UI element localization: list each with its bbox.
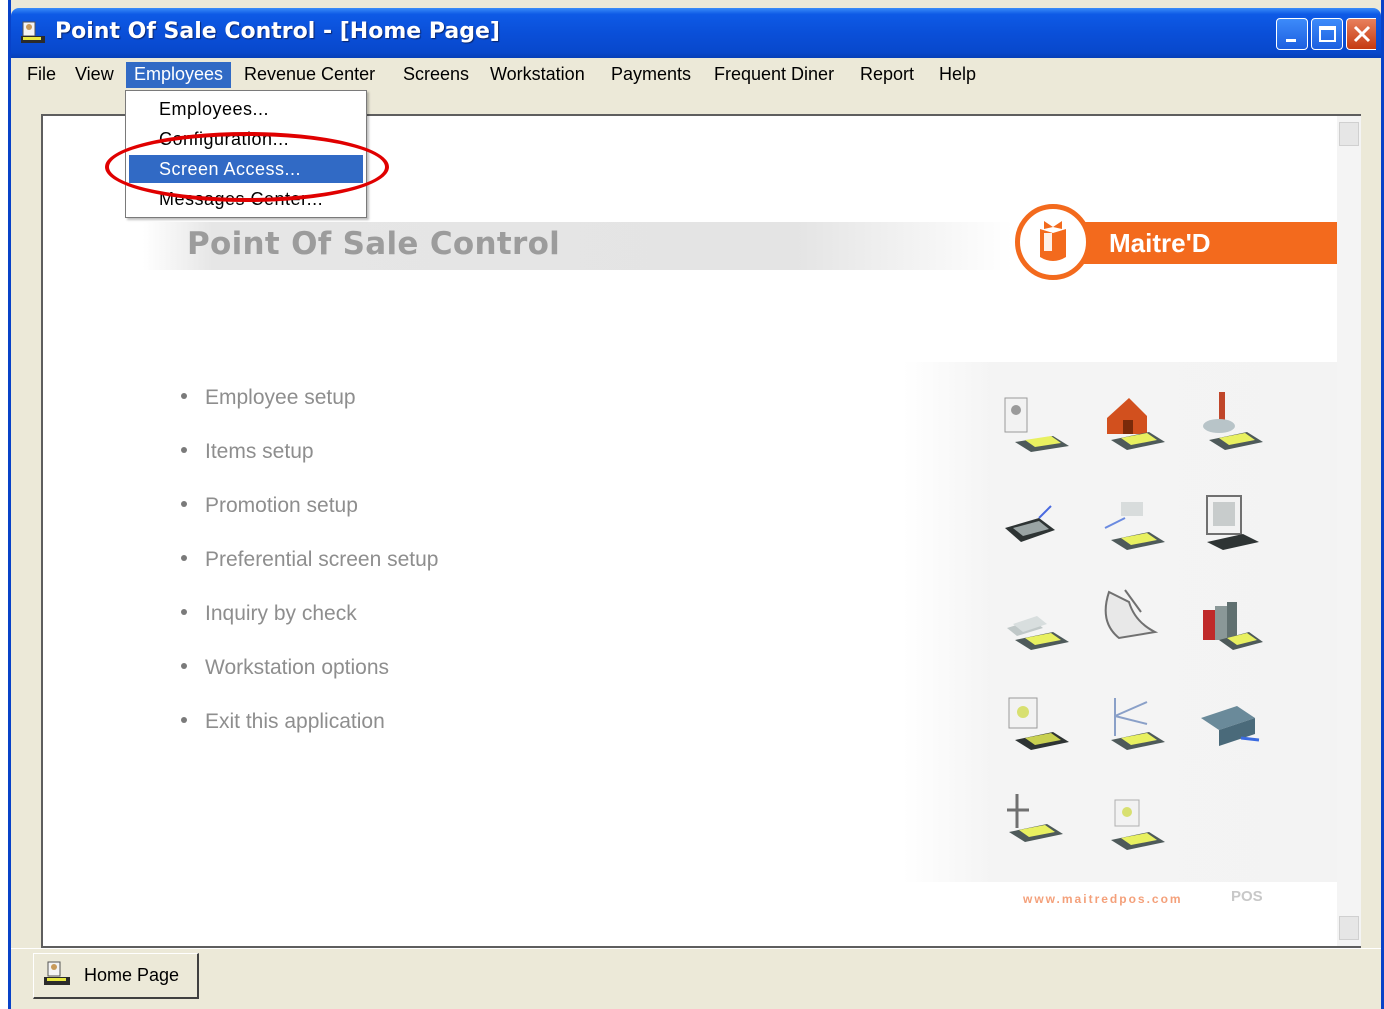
menu-item-employees[interactable]: Employees...	[129, 95, 363, 123]
red-annotation-ellipse	[105, 132, 389, 202]
network-icon[interactable]	[1095, 688, 1169, 758]
link-employee-setup[interactable]: Employee setup	[181, 386, 356, 416]
link-label: Items setup	[205, 440, 314, 463]
link-preferential-screen-setup[interactable]: Preferential screen setup	[181, 548, 438, 578]
document-tabs: Home Page	[11, 948, 1381, 1000]
minimize-button[interactable]	[1276, 18, 1308, 50]
minimize-icon	[1286, 39, 1296, 42]
settings-curve-icon[interactable]	[1095, 582, 1169, 652]
bullet-icon	[181, 393, 187, 400]
footer-url: www.maitredpos.com	[1023, 892, 1183, 906]
page-title: Point Of Sale Control	[187, 226, 561, 262]
bullet-icon	[181, 501, 187, 508]
link-label: Employee setup	[205, 386, 356, 409]
menu-employees[interactable]: Employees	[126, 62, 232, 88]
pos-terminal-icon[interactable]	[1095, 488, 1169, 558]
vertical-scrollbar[interactable]	[1337, 116, 1361, 946]
link-label: Inquiry by check	[205, 602, 357, 625]
link-label: Preferential screen setup	[205, 548, 439, 571]
brand-logo-text: Maitre'D	[1109, 228, 1211, 258]
menu-bar: File View Employees Revenue Center Scree…	[11, 58, 1381, 90]
house-icon[interactable]	[1095, 388, 1169, 458]
promotion-icon[interactable]	[1193, 388, 1267, 458]
home-page-document: Point Of Sale Control Maitre'D Employee …	[41, 114, 1361, 948]
inquiry-monitor-icon[interactable]	[1193, 488, 1267, 558]
brand-logo-badge	[1015, 204, 1091, 280]
cards-icon[interactable]	[999, 588, 1073, 658]
menu-file[interactable]: File	[19, 62, 64, 88]
bullet-icon	[181, 555, 187, 562]
tab-label: Home Page	[84, 965, 180, 985]
window-title: Point Of Sale Control - [Home Page]	[55, 19, 500, 44]
link-workstation-options[interactable]: Workstation options	[181, 656, 389, 686]
maximize-icon	[1319, 26, 1336, 42]
employee-badge-icon[interactable]	[999, 392, 1073, 462]
link-promotion-setup[interactable]: Promotion setup	[181, 494, 358, 524]
books-icon[interactable]	[1193, 588, 1267, 658]
bullet-icon	[181, 717, 187, 724]
close-icon	[1353, 25, 1371, 43]
tab-home-page[interactable]: Home Page	[33, 953, 199, 999]
workstation-options-icon[interactable]	[999, 688, 1073, 758]
menu-workstation[interactable]: Workstation	[482, 62, 593, 88]
menu-screens[interactable]: Screens	[395, 62, 477, 88]
close-button[interactable]	[1346, 18, 1376, 50]
menu-frequent-diner[interactable]: Frequent Diner	[706, 62, 842, 88]
help-icon[interactable]	[1095, 788, 1169, 858]
menu-payments[interactable]: Payments	[603, 62, 699, 88]
scroll-up-thumb[interactable]	[1339, 122, 1359, 146]
main-window: Point Of Sale Control - [Home Page] File…	[8, 0, 1384, 1009]
menu-report[interactable]: Report	[852, 62, 922, 88]
menu-revenue-center[interactable]: Revenue Center	[236, 62, 383, 88]
link-inquiry-by-check[interactable]: Inquiry by check	[181, 602, 357, 632]
maitred-bowtie-icon	[1040, 221, 1066, 261]
link-label: Workstation options	[205, 656, 390, 679]
title-bar[interactable]: Point Of Sale Control - [Home Page]	[11, 8, 1381, 60]
bullet-icon	[181, 609, 187, 616]
bullet-icon	[181, 663, 187, 670]
scroll-down-thumb[interactable]	[1339, 916, 1359, 940]
laptop-icon[interactable]	[999, 488, 1073, 558]
menu-help[interactable]: Help	[931, 62, 984, 88]
link-items-setup[interactable]: Items setup	[181, 440, 314, 470]
link-exit-application[interactable]: Exit this application	[181, 710, 385, 740]
server-icon[interactable]	[1193, 688, 1267, 758]
link-label: Promotion setup	[205, 494, 358, 517]
footer-brand: POS	[1231, 888, 1263, 905]
app-icon	[21, 21, 45, 43]
app-icon	[44, 961, 70, 985]
bullet-icon	[181, 447, 187, 454]
exit-icon[interactable]	[999, 788, 1073, 858]
menu-view[interactable]: View	[67, 62, 122, 88]
maximize-button[interactable]	[1311, 18, 1343, 50]
link-label: Exit this application	[205, 710, 385, 733]
client-area: Point Of Sale Control Maitre'D Employee …	[11, 90, 1381, 1009]
